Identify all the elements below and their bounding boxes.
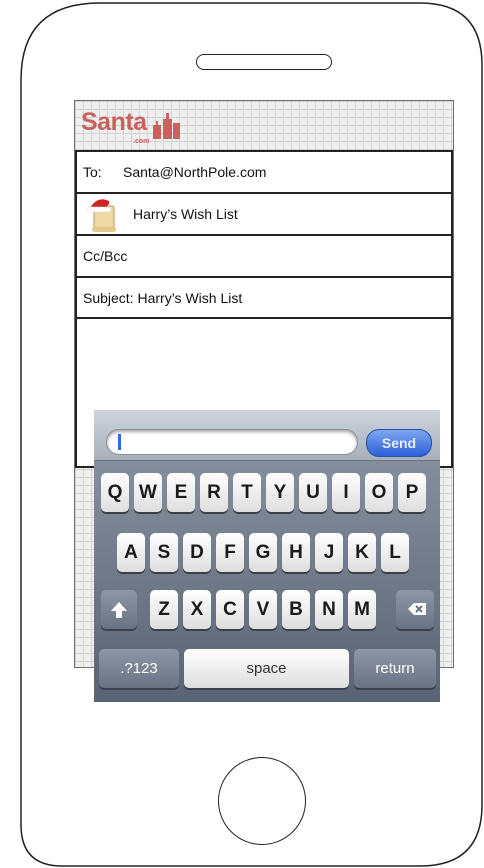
key-l[interactable]: L: [381, 533, 409, 572]
to-label: To:: [83, 164, 102, 180]
key-n[interactable]: N: [315, 590, 343, 629]
message-input[interactable]: [106, 429, 358, 455]
subject-row[interactable]: Subject: Harry’s Wish List: [77, 278, 451, 319]
keyboard: Send Q W E R T Y U I O P A S D F G H J K…: [94, 410, 440, 702]
key-g[interactable]: G: [249, 533, 277, 572]
key-v[interactable]: V: [249, 590, 277, 629]
key-y[interactable]: Y: [266, 473, 294, 512]
key-t[interactable]: T: [233, 473, 261, 512]
key-s[interactable]: S: [150, 533, 178, 572]
key-d[interactable]: D: [183, 533, 211, 572]
santa-logo: Santa .com: [81, 107, 181, 147]
key-q[interactable]: Q: [101, 473, 129, 512]
key-o[interactable]: O: [365, 473, 393, 512]
gift-stack-icon: [152, 113, 180, 139]
numbers-key[interactable]: .?123: [99, 649, 179, 688]
key-f[interactable]: F: [216, 533, 244, 572]
to-value[interactable]: Santa@NorthPole.com: [123, 164, 266, 180]
key-x[interactable]: X: [183, 590, 211, 629]
key-k[interactable]: K: [348, 533, 376, 572]
key-p[interactable]: P: [398, 473, 426, 512]
key-m[interactable]: M: [348, 590, 376, 629]
return-key[interactable]: return: [354, 649, 436, 688]
home-button[interactable]: [218, 757, 306, 845]
key-i[interactable]: I: [332, 473, 360, 512]
shift-arrow-icon: [111, 602, 127, 618]
key-u[interactable]: U: [299, 473, 327, 512]
text-caret: [118, 434, 121, 450]
key-b[interactable]: B: [282, 590, 310, 629]
space-key[interactable]: space: [184, 649, 349, 688]
cc-label: Cc/Bcc: [83, 248, 128, 264]
key-z[interactable]: Z: [150, 590, 178, 629]
from-value[interactable]: Harry’s Wish List: [133, 206, 238, 222]
key-a[interactable]: A: [117, 533, 145, 572]
from-row[interactable]: Harry’s Wish List: [77, 194, 451, 236]
subject-value[interactable]: Subject: Harry’s Wish List: [83, 290, 242, 306]
logo-text: Santa: [81, 108, 147, 136]
backspace-icon: [408, 603, 426, 615]
key-e[interactable]: E: [167, 473, 195, 512]
delete-key[interactable]: [396, 590, 434, 629]
speaker-slot: [196, 54, 332, 70]
santa-hat-scroll-icon: [86, 199, 116, 232]
key-h[interactable]: H: [282, 533, 310, 572]
key-w[interactable]: W: [134, 473, 162, 512]
key-c[interactable]: C: [216, 590, 244, 629]
keyboard-input-bar: Send: [94, 410, 440, 461]
cc-row[interactable]: Cc/Bcc: [77, 236, 451, 278]
key-j[interactable]: J: [315, 533, 343, 572]
key-r[interactable]: R: [200, 473, 228, 512]
shift-key[interactable]: [101, 590, 137, 629]
send-button[interactable]: Send: [366, 429, 432, 457]
to-row[interactable]: To: Santa@NorthPole.com: [77, 152, 451, 194]
logo-subtext: .com: [133, 138, 150, 145]
